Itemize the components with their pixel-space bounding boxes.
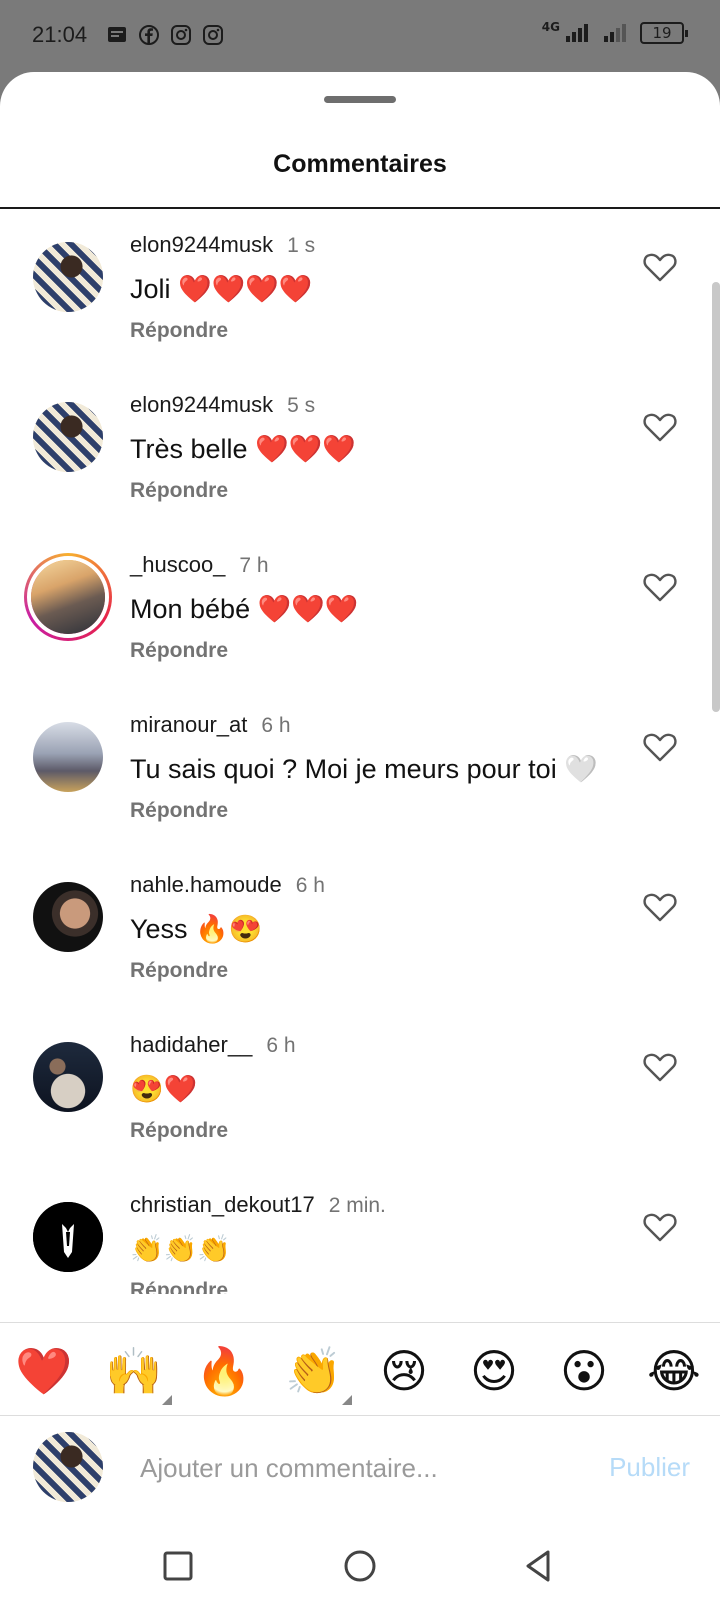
avatar[interactable] [33,1042,103,1112]
instagram-icon [203,25,223,45]
home-button[interactable] [342,1548,378,1584]
comment-text: 😍❤️ [130,1074,198,1104]
publish-button[interactable]: Publier [609,1452,690,1483]
reply-button[interactable]: Répondre [130,959,228,983]
comment-text: 👏👏👏 [130,1234,231,1264]
comment-time: 7 h [239,554,269,577]
avatar[interactable] [33,722,103,792]
reaction-fire[interactable]: 🔥 [194,1341,254,1401]
comment-text: Joli ❤️❤️❤️❤️ [130,274,313,304]
heart-icon[interactable] [643,1212,677,1242]
heart-icon[interactable] [643,412,677,442]
avatar[interactable] [33,1202,103,1272]
comment-username[interactable]: _huscoo_ [130,552,225,578]
signal-icon-secondary [604,24,626,42]
comment-item: christian_dekout17 2 min. 👏👏👏 Répondre [0,1169,720,1294]
status-bar: 21:04 4G 19 [0,0,720,72]
reply-button[interactable]: Répondre [130,479,228,503]
scrollbar[interactable] [712,282,720,712]
comment-item: elon9244musk 5 s Très belle ❤️❤️❤️ Répon… [0,369,720,529]
recents-button[interactable] [160,1548,196,1584]
system-navigation-bar [0,1520,720,1612]
comment-item: _huscoo_ 7 h Mon bébé ❤️❤️❤️ Répondre [0,529,720,689]
comment-item: elon9244musk 1 s Joli ❤️❤️❤️❤️ Répondre [0,209,720,369]
reply-button[interactable]: Répondre [130,1279,228,1294]
reaction-surprised[interactable]: 😮 [554,1341,614,1401]
avatar[interactable] [33,242,103,312]
comment-username[interactable]: elon9244musk [130,232,273,258]
reply-button[interactable]: Répondre [130,319,228,343]
suit-avatar-icon [33,1202,103,1272]
reaction-clap-glyph: 👏 [285,1344,343,1398]
status-time: 21:04 [32,22,88,47]
comment-username[interactable]: christian_dekout17 [130,1192,315,1218]
comment-time: 6 h [261,714,291,737]
comment-username[interactable]: miranour_at [130,712,247,738]
comment-time: 1 s [287,234,316,257]
instagram-icon [171,25,191,45]
reaction-heart[interactable]: ❤️ [14,1341,74,1401]
comment-text: Yess 🔥😍 [130,914,263,944]
notification-icons [106,24,224,46]
comment-item: miranour_at 6 h Tu sais quoi ? Moi je me… [0,689,720,849]
comment-username[interactable]: nahle.hamoude [130,872,282,898]
heart-icon[interactable] [643,252,677,282]
skin-tone-indicator [342,1395,352,1405]
back-button[interactable] [520,1548,556,1584]
reaction-raised-hands[interactable]: 🙌 [104,1341,172,1405]
reaction-crying[interactable]: 😢 [374,1341,434,1401]
message-icon [108,27,126,42]
comment-username[interactable]: hadidaher__ [130,1032,252,1058]
comment-text: Tu sais quoi ? Moi je meurs pour toi 🤍 [130,754,598,784]
comment-time: 5 s [287,394,316,417]
sheet-drag-handle[interactable] [324,96,396,103]
heart-icon[interactable] [643,892,677,922]
comment-time: 6 h [295,874,325,897]
reply-button[interactable]: Répondre [130,799,228,823]
comment-time: 2 min. [328,1194,386,1217]
facebook-icon [139,25,159,45]
comment-composer: Publier [0,1416,720,1520]
avatar-story-ring[interactable] [24,553,112,641]
skin-tone-indicator [162,1395,172,1405]
comment-text: Mon bébé ❤️❤️❤️ [130,594,359,624]
reaction-clap[interactable]: 👏 [284,1341,352,1405]
avatar[interactable] [33,882,103,952]
comment-text: Très belle ❤️❤️❤️ [130,434,356,464]
reaction-raised-hands-glyph: 🙌 [105,1344,163,1398]
comments-sheet: Commentaires elon9244musk 1 s Joli ❤️❤️❤… [0,72,720,1612]
network-type: 4G [541,20,560,34]
comment-list[interactable]: elon9244musk 1 s Joli ❤️❤️❤️❤️ Répondre … [0,209,720,1294]
quick-reaction-bar: ❤️ 🙌 🔥 👏 😢 😍 😮 😂 [0,1322,720,1416]
comment-input[interactable] [140,1446,560,1490]
system-indicators: 4G 19 [541,20,688,44]
current-user-avatar [33,1432,103,1502]
reply-button[interactable]: Répondre [130,1119,228,1143]
reply-button[interactable]: Répondre [130,639,228,663]
avatar[interactable] [33,402,103,472]
signal-icon [566,24,588,42]
heart-icon[interactable] [643,1052,677,1082]
comment-item: hadidaher__ 6 h 😍❤️ Répondre [0,1009,720,1169]
reaction-laughing[interactable]: 😂 [644,1341,704,1401]
heart-icon[interactable] [643,572,677,602]
battery-indicator: 19 [640,22,688,44]
comment-item: nahle.hamoude 6 h Yess 🔥😍 Répondre [0,849,720,1009]
comment-username[interactable]: elon9244musk [130,392,273,418]
comment-time: 6 h [266,1034,296,1057]
reaction-heart-eyes[interactable]: 😍 [464,1341,524,1401]
sheet-title: Commentaires [273,150,447,178]
heart-icon[interactable] [643,732,677,762]
